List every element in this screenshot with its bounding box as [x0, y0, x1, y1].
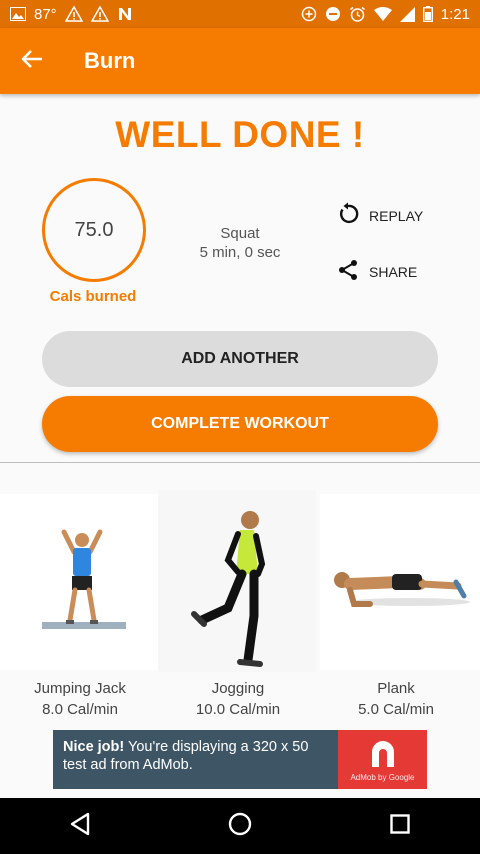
exercise-name: Jumping Jack: [34, 680, 126, 697]
exercise-name: Squat: [220, 225, 260, 242]
nav-home-button[interactable]: [210, 798, 270, 854]
admob-icon: [371, 741, 394, 767]
image-icon: [10, 7, 26, 21]
jumping-jack-image[interactable]: [0, 494, 160, 670]
ad-banner[interactable]: Nice job! You're displaying a 320 x 50 t…: [53, 730, 427, 789]
app-bar: Burn: [0, 28, 480, 94]
exercise-name: Jogging: [211, 680, 265, 697]
share-button[interactable]: SHARE: [336, 258, 417, 285]
nav-recents-button[interactable]: [370, 798, 430, 854]
navigation-bar: [0, 798, 480, 854]
dnd-icon: [325, 6, 341, 22]
exercise-rate: 10.0 Cal/min: [195, 701, 281, 718]
ad-headline: Nice job!: [63, 739, 125, 755]
plank-image[interactable]: [320, 494, 480, 670]
complete-workout-button[interactable]: COMPLETE WORKOUT: [42, 396, 438, 452]
exercise-duration: 5 min, 0 sec: [199, 244, 281, 261]
replay-icon: [336, 202, 360, 229]
nav-back-button[interactable]: [50, 798, 110, 854]
admob-logo: AdMob by Google: [338, 730, 427, 789]
suggestion-plank[interactable]: Plank 5.0 Cal/min: [316, 678, 476, 720]
back-icon: [69, 812, 91, 841]
wifi-icon: [373, 7, 392, 21]
calories-value: 75.0: [74, 218, 114, 241]
back-button[interactable]: [0, 28, 64, 94]
calories-circle: 75.0: [42, 178, 146, 282]
warning-icon: [64, 6, 83, 22]
suggestion-jogging[interactable]: Jogging 10.0 Cal/min: [158, 678, 318, 720]
share-icon: [336, 258, 360, 285]
signal-icon: [399, 6, 415, 22]
home-icon: [228, 812, 252, 841]
headline: WELL DONE !: [115, 114, 365, 155]
replay-label: REPLAY: [369, 207, 424, 224]
temperature-text: 87°: [34, 5, 57, 23]
exercise-rate: 5.0 Cal/min: [358, 701, 434, 718]
arrow-back-icon: [21, 49, 43, 74]
suggestion-jumping-jack[interactable]: Jumping Jack 8.0 Cal/min: [0, 678, 160, 720]
add-another-button[interactable]: ADD ANOTHER: [42, 331, 438, 387]
admob-caption: AdMob by Google: [350, 773, 415, 782]
data-saver-icon: [301, 6, 317, 22]
ad-text: Nice job! You're displaying a 320 x 50 t…: [53, 730, 338, 789]
jogging-image[interactable]: [158, 490, 316, 672]
battery-icon: [422, 6, 433, 22]
alarm-icon: [349, 6, 366, 22]
recents-icon: [390, 813, 410, 839]
calories-label: Cals burned: [49, 288, 137, 305]
share-label: SHARE: [369, 263, 418, 280]
status-bar: 87° 1:21: [0, 0, 480, 28]
warning-icon: [90, 6, 109, 22]
divider: [0, 462, 480, 463]
exercise-rate: 8.0 Cal/min: [42, 701, 118, 718]
app-title: Burn: [84, 48, 136, 73]
exercise-name: Plank: [377, 680, 415, 697]
n-icon: [117, 6, 133, 22]
replay-button[interactable]: REPLAY: [336, 202, 423, 229]
clock-text: 1:21: [440, 5, 470, 23]
exercise-info: Squat 5 min, 0 sec: [180, 224, 300, 262]
